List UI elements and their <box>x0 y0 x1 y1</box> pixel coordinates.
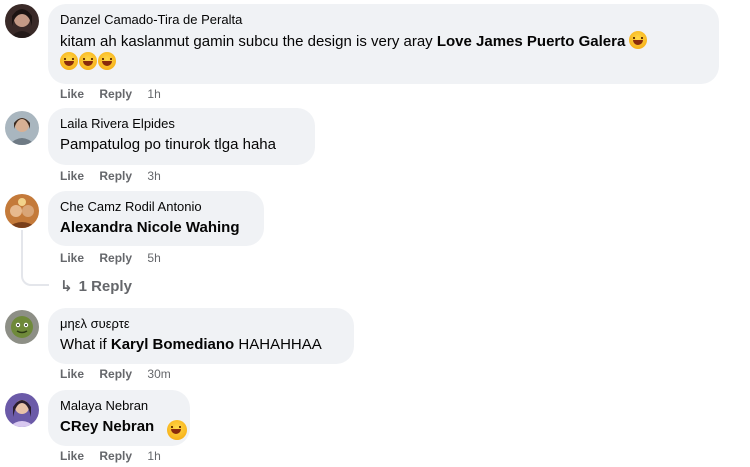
thread-connector <box>21 266 49 286</box>
like-button[interactable]: Like <box>60 169 84 183</box>
comment-text-body: HAHAHHAA <box>234 336 322 353</box>
comment-actions: Like Reply 30m <box>60 366 171 382</box>
comment-bubble: Laila Rivera Elpides Pampatulog po tinur… <box>48 108 315 165</box>
comment-actions: Like Reply 3h <box>60 168 161 184</box>
avatar-photo-icon <box>5 111 39 145</box>
comment-bubble: Che Camz Rodil Antonio Alexandra Nicole … <box>48 191 264 246</box>
reply-arrow-icon: ↳ <box>60 278 73 295</box>
avatar-photo-icon <box>5 310 39 344</box>
avatar-photo-icon <box>5 194 39 228</box>
mention-link[interactable]: CRey Nebran <box>60 418 154 435</box>
laughing-emoji-icon <box>60 52 78 70</box>
comment-author[interactable]: μηελ συερτε <box>60 316 342 332</box>
timestamp[interactable]: 30m <box>147 367 170 381</box>
comment-text: CRey Nebran <box>60 417 178 437</box>
laughing-emoji-icon <box>629 31 648 49</box>
avatar-photo-icon <box>5 393 39 427</box>
like-button[interactable]: Like <box>60 367 84 381</box>
reply-button[interactable]: Reply <box>99 449 132 463</box>
comment-text: Pampatulog po tinurok tlga haha <box>60 136 276 153</box>
comment-bubble: Malaya Nebran CRey Nebran <box>48 390 190 446</box>
comment-author[interactable]: Danzel Camado-Tira de Peralta <box>60 12 707 28</box>
avatar[interactable] <box>5 111 39 145</box>
comment-bubble: μηελ συερτε What if Karyl Bomediano HAHA… <box>48 308 354 364</box>
avatar[interactable] <box>5 4 39 38</box>
avatar[interactable] <box>5 310 39 344</box>
like-button[interactable]: Like <box>60 449 84 463</box>
like-button[interactable]: Like <box>60 87 84 101</box>
comment-actions: Like Reply 1h <box>60 86 161 102</box>
timestamp[interactable]: 1h <box>147 87 160 101</box>
comment-text: kitam ah kaslanmut gamin subcu the desig… <box>60 31 707 73</box>
reply-button[interactable]: Reply <box>99 251 132 265</box>
laughing-emoji-icon <box>98 52 116 70</box>
avatar-photo-icon <box>5 4 39 38</box>
comment-author[interactable]: Che Camz Rodil Antonio <box>60 199 252 215</box>
comment-text: Alexandra Nicole Wahing <box>60 218 252 238</box>
timestamp[interactable]: 3h <box>147 169 160 183</box>
avatar[interactable] <box>5 393 39 427</box>
timestamp[interactable]: 1h <box>147 449 160 463</box>
comment-text-body: What if <box>60 336 111 353</box>
mention-link[interactable]: Alexandra Nicole Wahing <box>60 219 239 236</box>
comment-actions: Like Reply 5h <box>60 250 161 266</box>
thread-line <box>21 230 23 270</box>
reply-button[interactable]: Reply <box>99 87 132 101</box>
view-replies-link[interactable]: ↳ 1 Reply <box>60 277 132 295</box>
avatar[interactable] <box>5 194 39 228</box>
like-button[interactable]: Like <box>60 251 84 265</box>
mention-link[interactable]: Love James Puerto Galera <box>437 33 625 50</box>
laughing-emoji-icon <box>167 420 187 440</box>
comment-text: What if Karyl Bomediano HAHAHHAA <box>60 335 342 355</box>
comment-author[interactable]: Malaya Nebran <box>60 398 178 414</box>
comment-bubble: Danzel Camado-Tira de Peralta kitam ah k… <box>48 4 719 84</box>
laughing-emoji-icon <box>79 52 97 70</box>
comment-author[interactable]: Laila Rivera Elpides <box>60 116 303 132</box>
comment-actions: Like Reply 1h <box>60 448 161 464</box>
replies-count: 1 Reply <box>78 278 132 295</box>
mention-link[interactable]: Karyl Bomediano <box>111 336 234 353</box>
reply-button[interactable]: Reply <box>99 367 132 381</box>
timestamp[interactable]: 5h <box>147 251 160 265</box>
reply-button[interactable]: Reply <box>99 169 132 183</box>
comment-text-body: kitam ah kaslanmut gamin subcu the desig… <box>60 33 437 50</box>
